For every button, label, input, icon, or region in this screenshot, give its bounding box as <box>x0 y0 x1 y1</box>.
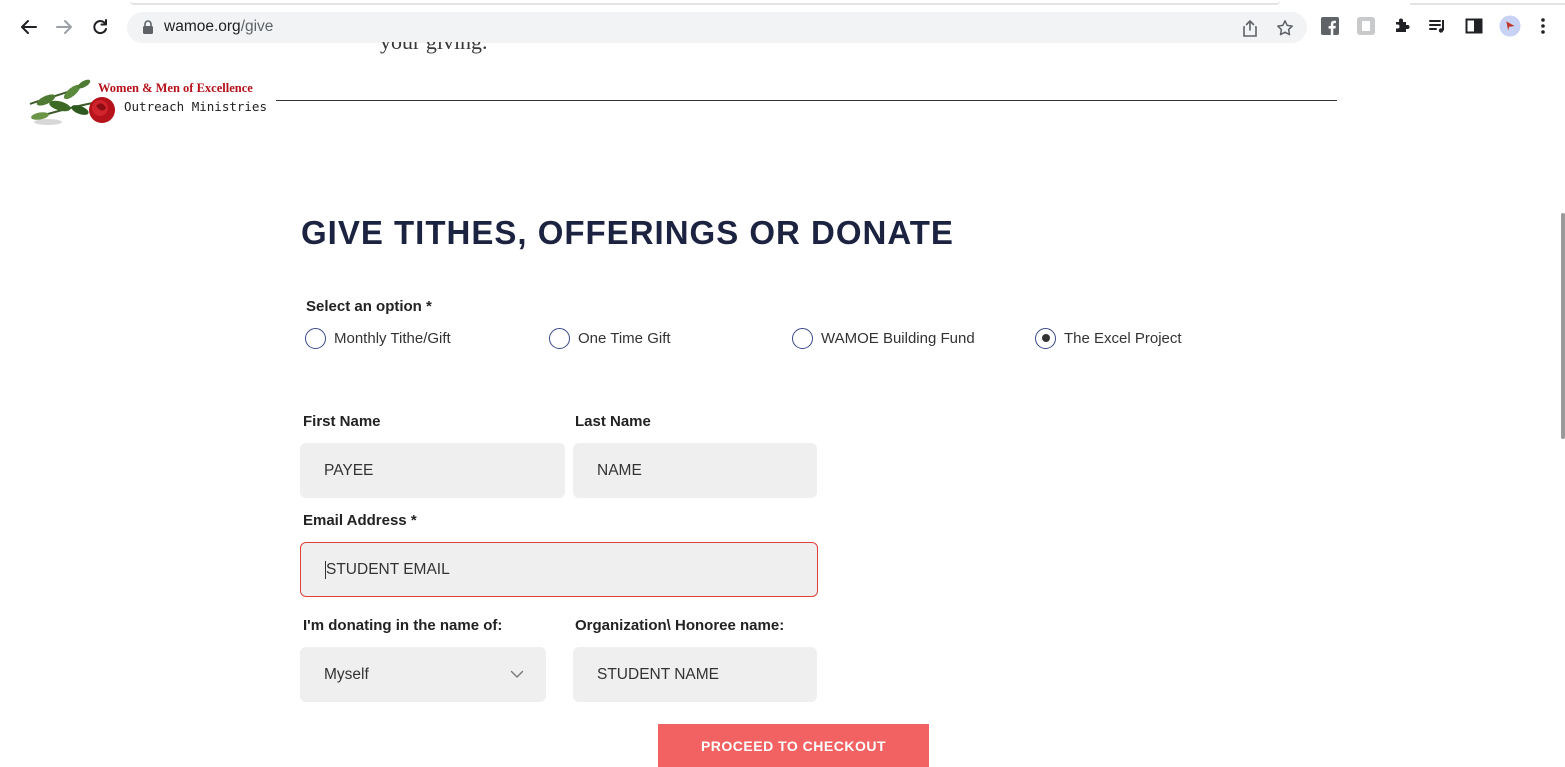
tab-edge-left <box>130 0 1280 5</box>
proceed-to-checkout-button[interactable]: PROCEED TO CHECKOUT <box>658 724 929 767</box>
radio-label: WAMOE Building Fund <box>821 329 975 347</box>
radio-monthly-tithe[interactable]: Monthly Tithe/Gift <box>305 327 451 349</box>
radio-circle[interactable] <box>792 327 813 349</box>
share-icon <box>1243 20 1257 37</box>
page-title: GIVE TITHES, OFFERINGS OR DONATE <box>301 214 954 251</box>
lock-icon <box>143 20 153 34</box>
queue-music-icon <box>1429 20 1444 33</box>
logo-title: Women & Men of Excellence <box>98 81 253 95</box>
puzzle-icon <box>1396 18 1410 32</box>
url-path: /give <box>240 18 274 35</box>
tab-edge-right <box>1410 0 1565 5</box>
side-panel-icon <box>1465 18 1483 34</box>
first-name-label: First Name <box>303 413 381 430</box>
browser-toolbar: wamoe.org/give <box>0 0 1565 58</box>
arrow-right-icon <box>56 20 72 34</box>
honoree-label: Organization\ Honoree name: <box>575 617 785 634</box>
facebook-extension-button[interactable] <box>1319 15 1341 37</box>
page-scrollbar-thumb[interactable] <box>1561 213 1565 439</box>
last-name-value: NAME <box>597 461 642 479</box>
extension-button[interactable] <box>1355 15 1377 37</box>
logo-subtitle: Outreach Ministries <box>124 99 267 114</box>
extension-app-icon <box>1357 17 1375 35</box>
forward-button[interactable] <box>50 13 78 41</box>
radio-label: The Excel Project <box>1064 329 1182 347</box>
star-icon <box>1277 20 1293 36</box>
last-name-input[interactable]: NAME <box>573 443 817 498</box>
avatar-icon <box>1499 15 1521 37</box>
tab-strip-edge <box>0 0 1565 5</box>
email-input[interactable]: STUDENT EMAIL <box>300 542 818 597</box>
email-value: STUDENT EMAIL <box>326 560 450 578</box>
facebook-icon <box>1321 17 1339 35</box>
first-name-input[interactable]: PAYEE <box>300 443 565 498</box>
address-bar[interactable]: wamoe.org/give <box>127 12 1307 43</box>
radio-selected-dot <box>1041 334 1050 342</box>
radio-circle[interactable] <box>305 327 326 349</box>
honoree-name-value: STUDENT NAME <box>597 665 720 683</box>
bookmark-star-button[interactable] <box>1274 17 1296 39</box>
radio-circle-selected[interactable] <box>1035 327 1056 349</box>
side-panel-button[interactable] <box>1463 15 1485 37</box>
radio-label: One Time Gift <box>578 329 671 347</box>
arrow-left-icon <box>21 20 37 34</box>
donating-for-value: Myself <box>324 665 369 683</box>
back-button[interactable] <box>15 13 43 41</box>
option-select-label: Select an option * <box>306 298 432 315</box>
last-name-label: Last Name <box>575 413 651 430</box>
donating-for-select[interactable]: Myself <box>300 647 546 702</box>
radio-circle[interactable] <box>549 327 570 349</box>
chevron-down-icon <box>510 670 524 678</box>
url-text[interactable]: wamoe.org/give <box>164 18 273 36</box>
reload-icon <box>93 19 107 35</box>
header-divider <box>276 100 1337 101</box>
email-label: Email Address * <box>303 512 417 529</box>
profile-button[interactable] <box>1499 15 1521 37</box>
url-host: wamoe.org <box>164 18 241 35</box>
first-name-value: PAYEE <box>324 461 374 479</box>
donating-for-label: I'm donating in the name of: <box>303 617 503 634</box>
radio-excel-project[interactable]: The Excel Project <box>1035 327 1182 349</box>
extensions-menu-button[interactable] <box>1391 15 1413 37</box>
honoree-name-input[interactable]: STUDENT NAME <box>573 647 817 702</box>
radio-one-time-gift[interactable]: One Time Gift <box>549 327 671 349</box>
radio-label: Monthly Tithe/Gift <box>334 329 451 347</box>
reading-list-button[interactable] <box>1427 15 1449 37</box>
browser-menu-button[interactable] <box>1532 15 1554 37</box>
share-button[interactable] <box>1239 17 1261 39</box>
reload-button[interactable] <box>86 13 114 41</box>
kebab-menu-icon <box>1541 18 1545 34</box>
radio-building-fund[interactable]: WAMOE Building Fund <box>792 327 975 349</box>
